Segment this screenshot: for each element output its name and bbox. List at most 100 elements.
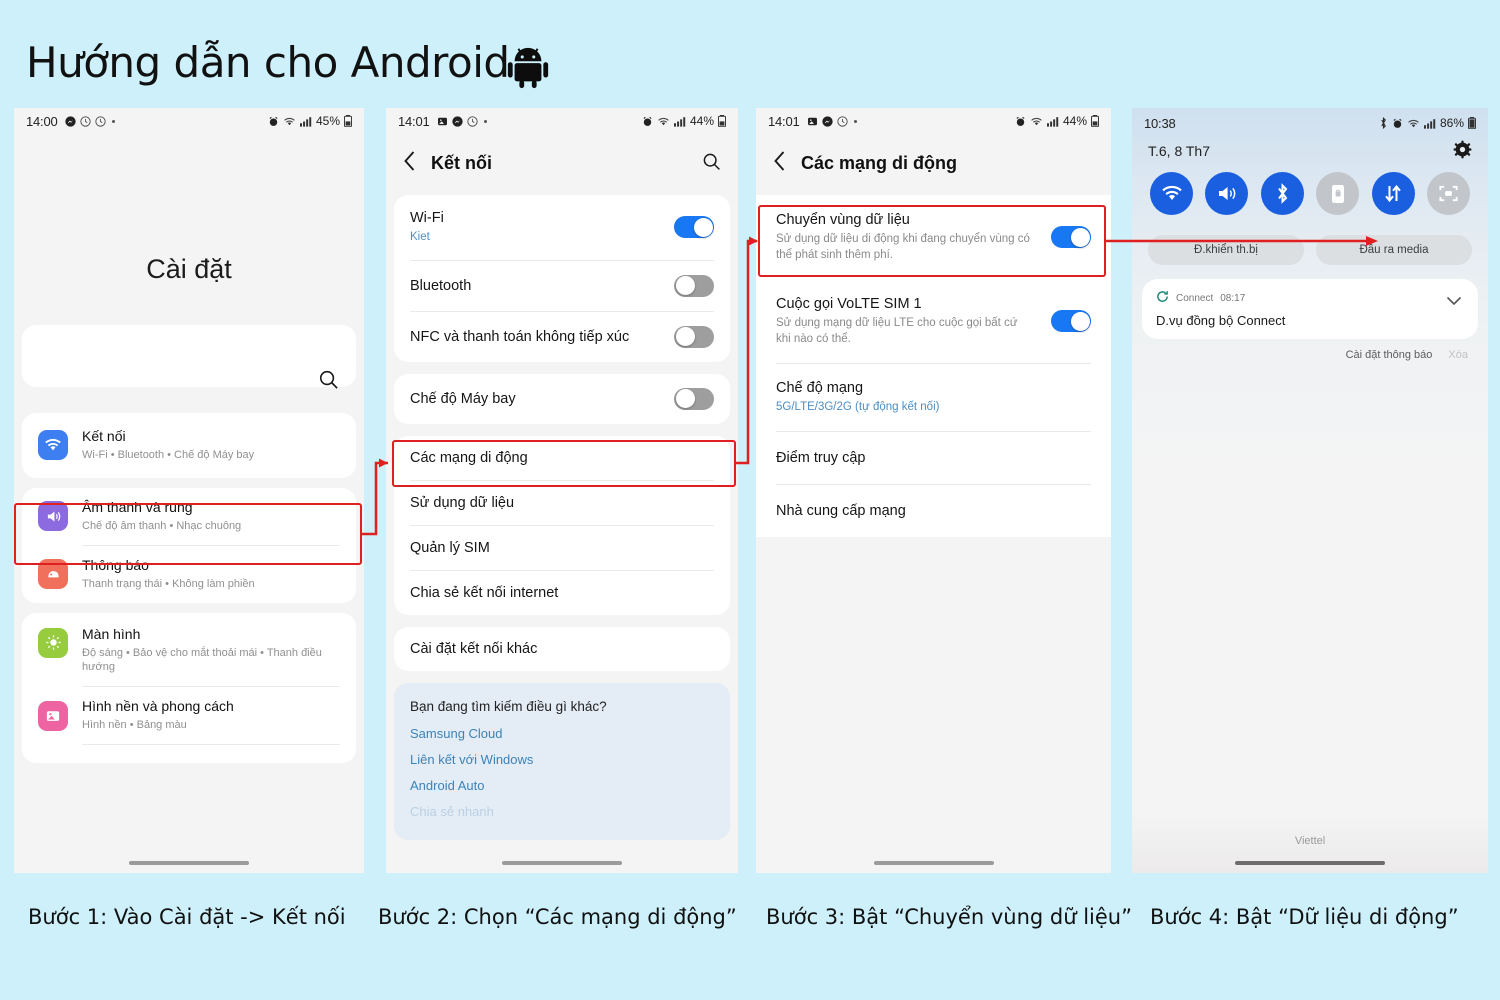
row-title: Bluetooth — [410, 277, 472, 294]
gallery-icon — [807, 117, 817, 125]
connections-group-3: Các mạng di động Sử dụng dữ liệu Quản lý… — [394, 435, 730, 615]
wifi-status-icon — [658, 117, 669, 125]
home-indicator[interactable] — [1235, 861, 1385, 865]
messenger-icon — [451, 115, 463, 127]
connections-group-4: Cài đặt kết nối khác — [394, 626, 730, 671]
row-data-usage[interactable]: Sử dụng dữ liệu — [394, 481, 730, 525]
settings-profile-card[interactable] — [22, 325, 356, 387]
item-title: Hình nền và phong cách — [82, 698, 234, 715]
status-time: 14:01 — [768, 113, 800, 129]
link-partial[interactable]: Chia sẻ nhanh — [410, 804, 714, 819]
home-indicator[interactable] — [873, 861, 994, 865]
row-nfc[interactable]: NFC và thanh toán không tiếp xúc — [394, 312, 730, 362]
row-title: Cuộc gọi VoLTE SIM 1 — [776, 296, 922, 313]
android-robot-icon — [505, 44, 551, 95]
suggestions-question: Bạn đang tìm kiếm điều gì khác? — [410, 698, 607, 714]
row-wifi[interactable]: Wi-Fi Kiet — [394, 195, 730, 260]
mobile-networks-list: Chuyển vùng dữ liệu Sử dụng dữ liệu di đ… — [756, 195, 1111, 537]
alarm-icon — [79, 115, 91, 127]
notification-settings-link[interactable]: Cài đặt thông báo — [1346, 349, 1433, 361]
sound-tile[interactable] — [1205, 172, 1249, 215]
toggle-volte-sim1[interactable] — [1051, 310, 1091, 333]
row-network-operators[interactable]: Nhà cung cấp mạng — [756, 485, 1111, 537]
page-title: Hướng dẫn cho Android — [26, 38, 510, 87]
toggle-nfc[interactable] — [674, 325, 714, 348]
notification-header: Connect 08:17 — [1156, 290, 1464, 306]
chevron-down-icon[interactable] — [1446, 293, 1462, 311]
alarm-clock-icon — [643, 116, 652, 126]
row-airplane-mode[interactable]: Chế độ Máy bay — [394, 374, 730, 424]
row-network-mode[interactable]: Chế độ mạng 5G/LTE/3G/2G (tự động kết nố… — [756, 364, 1111, 431]
link-android-auto[interactable]: Android Auto — [410, 778, 714, 793]
row-title: Cài đặt kết nối khác — [410, 640, 538, 657]
media-output-pill[interactable]: Đầu ra media — [1316, 235, 1472, 265]
status-battery-pct: 44% — [689, 114, 714, 128]
alarm-icon — [466, 115, 478, 127]
row-bluetooth[interactable]: Bluetooth — [394, 261, 730, 311]
item-title: Âm thanh và rung — [82, 498, 193, 515]
status-dot — [853, 119, 857, 123]
autorotate-tile[interactable] — [1316, 172, 1360, 215]
page-title: Các mạng di động — [801, 153, 958, 173]
notification-time: 08:17 — [1220, 292, 1246, 304]
sidebar-item-thong-bao[interactable]: Thông báo Thanh trạng thái • Không làm p… — [22, 546, 356, 603]
link-samsung-cloud[interactable]: Samsung Cloud — [410, 726, 714, 741]
alarm-clock-icon — [269, 116, 278, 126]
row-access-point[interactable]: Điểm truy cập — [756, 432, 1111, 484]
toggle-wifi[interactable] — [674, 216, 714, 239]
battery-icon — [1091, 115, 1099, 127]
smartview-tile[interactable] — [1426, 172, 1470, 215]
status-dot — [111, 119, 115, 123]
phone-screen-mobile-networks: 14:01 44% Các mạng di động Chuyển vùng d… — [756, 108, 1111, 873]
notification-app: Connect — [1176, 292, 1214, 304]
row-more-connection-settings[interactable]: Cài đặt kết nối khác — [394, 627, 730, 671]
item-title: Kết nối — [82, 428, 126, 444]
row-data-roaming[interactable]: Chuyển vùng dữ liệu Sử dụng dữ liệu di đ… — [756, 195, 1111, 279]
chevron-left-icon[interactable] — [402, 150, 417, 177]
sidebar-item-man-hinh[interactable]: Màn hình Độ sáng • Bảo vệ cho mắt thoải … — [22, 613, 356, 687]
status-battery-pct: 45% — [315, 114, 340, 128]
row-sim-manager[interactable]: Quản lý SIM — [394, 526, 730, 570]
wifi-tile[interactable] — [1150, 172, 1193, 215]
item-sub: Chế độ âm thanh • Nhạc chuông — [82, 519, 242, 532]
signal-bars-icon — [673, 116, 686, 127]
row-mobile-networks[interactable]: Các mạng di động — [394, 436, 730, 480]
arrow-2 — [736, 239, 757, 465]
status-time: 14:00 — [26, 113, 58, 129]
home-indicator[interactable] — [502, 861, 622, 865]
toggle-bluetooth[interactable] — [674, 274, 714, 297]
home-indicator[interactable] — [129, 861, 249, 865]
sidebar-item-am-thanh[interactable]: Âm thanh và rung Chế độ âm thanh • Nhạc … — [22, 488, 356, 545]
bluetooth-tile[interactable] — [1260, 172, 1304, 215]
search-icon[interactable] — [317, 368, 340, 396]
row-volte-sim1[interactable]: Cuộc gọi VoLTE SIM 1 Sử dụng mạng dữ liệ… — [756, 279, 1111, 363]
sync-icon — [1156, 290, 1169, 306]
row-tethering[interactable]: Chia sẻ kết nối internet — [394, 571, 730, 615]
toggle-airplane-mode[interactable] — [674, 387, 714, 410]
gear-icon[interactable] — [1453, 140, 1472, 162]
row-title: Sử dụng dữ liệu — [410, 494, 515, 511]
page-title: Kết nối — [431, 153, 492, 173]
search-icon[interactable] — [701, 151, 722, 177]
status-bar: 14:01 44% — [756, 108, 1111, 134]
status-bar: 10:38 86% — [1132, 108, 1488, 134]
row-title: Điểm truy cập — [776, 449, 866, 466]
sidebar-item-hinh-nen[interactable]: Hình nền và phong cách Hình nền • Bảng m… — [22, 687, 356, 744]
row-sub: 5G/LTE/3G/2G (tự động kết nối) — [776, 401, 940, 414]
chevron-left-icon[interactable] — [772, 150, 787, 177]
alarm-icon-2 — [94, 115, 106, 127]
item-sub: Thanh trạng thái • Không làm phiền — [82, 577, 255, 590]
toggle-data-roaming[interactable] — [1051, 226, 1091, 249]
signal-bars-icon — [1046, 116, 1059, 127]
battery-icon — [344, 115, 352, 127]
mobiledata-tile[interactable] — [1371, 172, 1415, 215]
settings-page-title: Cài đặt — [146, 254, 232, 284]
notification-card[interactable]: Connect 08:17 D.vụ đồng bộ Connect — [1142, 279, 1478, 339]
sidebar-item-ket-noi[interactable]: Kết nối Wi-Fi • Bluetooth • Chế độ Máy b… — [22, 413, 356, 478]
link-link-to-windows[interactable]: Liên kết với Windows — [410, 752, 714, 767]
device-control-pill[interactable]: Đ.khiển th.bị — [1148, 235, 1304, 265]
status-battery-pct: 86% — [1439, 116, 1464, 130]
clear-notifications-link[interactable]: Xóa — [1448, 349, 1468, 361]
battery-icon — [718, 115, 726, 127]
brightness-icon — [38, 627, 68, 658]
